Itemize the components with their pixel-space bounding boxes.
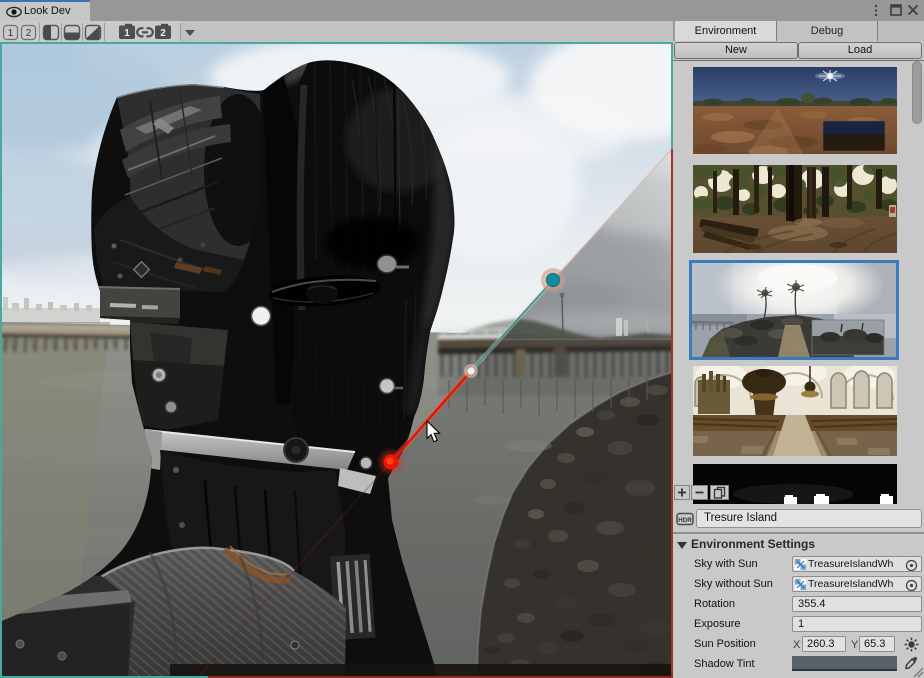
svg-text:2: 2 — [160, 28, 166, 39]
svg-text:2: 2 — [26, 28, 32, 39]
svg-text:1: 1 — [8, 28, 14, 39]
svg-text:HDR: HDR — [678, 517, 692, 524]
svg-text:1: 1 — [124, 28, 130, 39]
